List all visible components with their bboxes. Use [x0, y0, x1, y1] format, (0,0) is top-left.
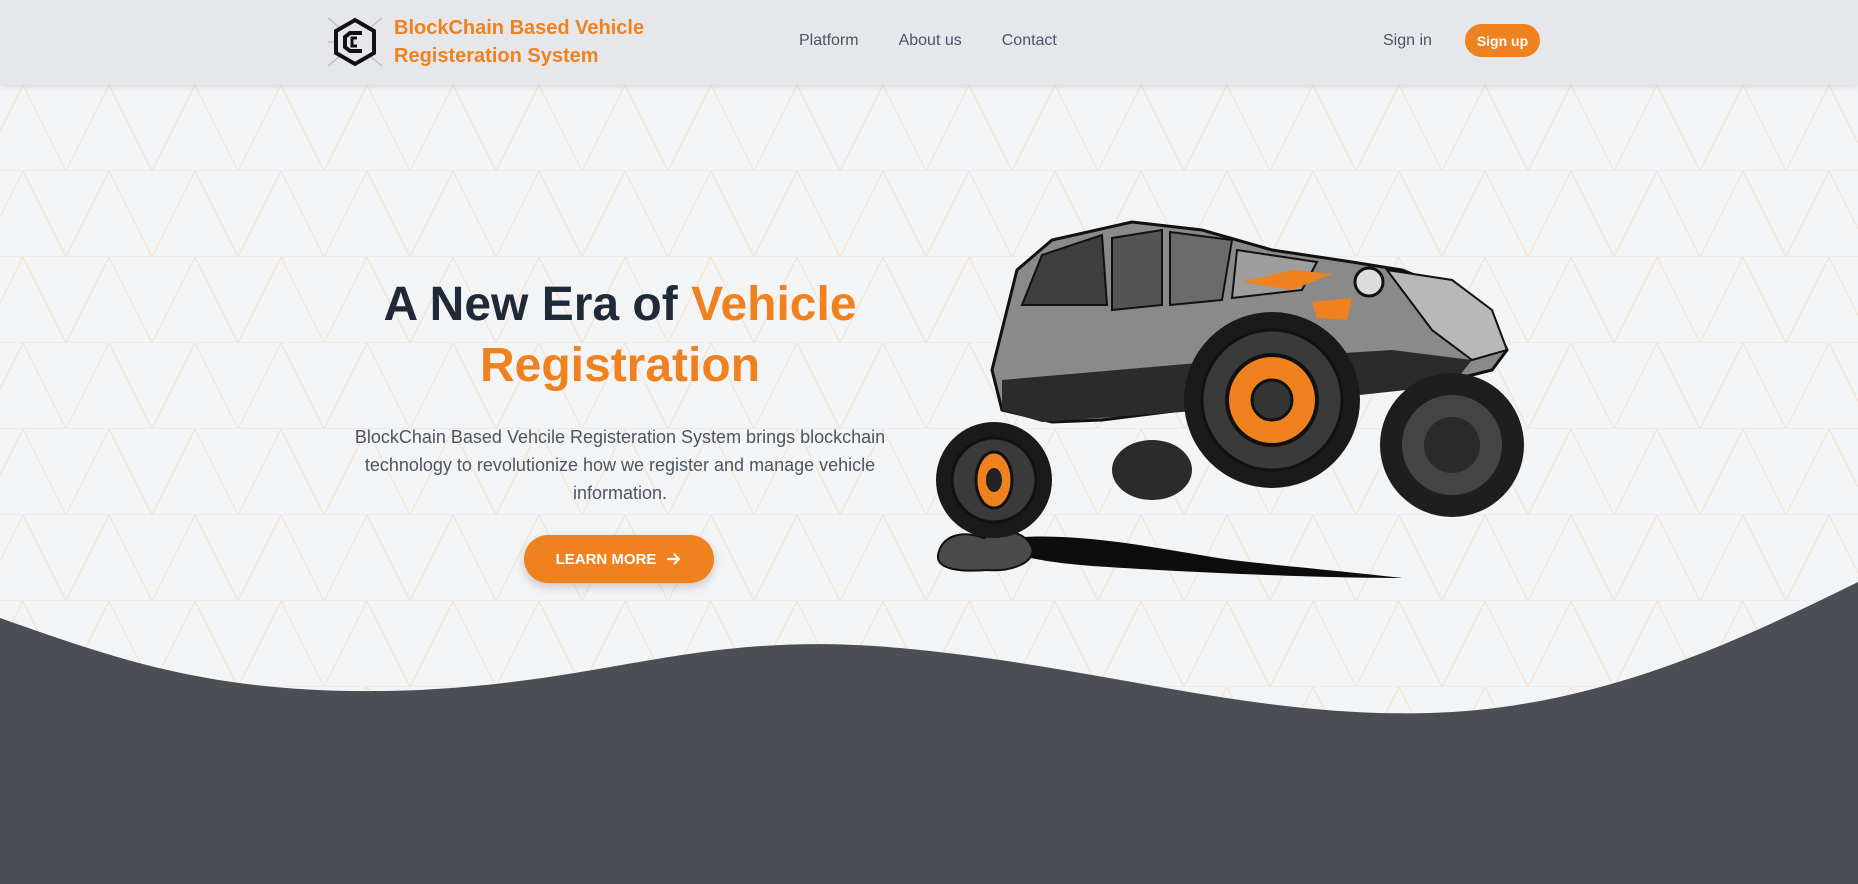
dark-wave-section — [0, 582, 1858, 884]
brand-name: BlockChain Based Vehicle Registeration S… — [394, 17, 645, 67]
hero-text: A New Era of Vehicle Registration BlockC… — [340, 274, 900, 507]
learn-more-label: LEARN MORE — [555, 550, 657, 568]
sign-in-link[interactable]: Sign in — [1383, 31, 1432, 51]
arrow-right-icon — [667, 553, 681, 565]
nav-item-about-us[interactable]: About us — [899, 31, 962, 51]
blockchain-logo-icon — [327, 17, 383, 67]
sign-up-button[interactable]: Sign up — [1465, 24, 1540, 57]
brand[interactable]: BlockChain Based Vehicle Registeration S… — [326, 14, 654, 70]
nav-item-platform[interactable]: Platform — [799, 31, 859, 51]
nav-item-contact[interactable]: Contact — [1002, 31, 1057, 51]
offroad-jeep-illustration — [936, 220, 1524, 578]
hero-title-main: A New Era of — [383, 278, 678, 331]
top-navbar: BlockChain Based Vehicle Registeration S… — [0, 0, 1858, 85]
hero-title: A New Era of Vehicle Registration — [340, 274, 900, 396]
hero-description: BlockChain Based Vehcile Registeration S… — [354, 427, 886, 503]
main-nav: Platform About us Contact — [799, 31, 1057, 51]
learn-more-button[interactable]: LEARN MORE — [524, 535, 714, 583]
